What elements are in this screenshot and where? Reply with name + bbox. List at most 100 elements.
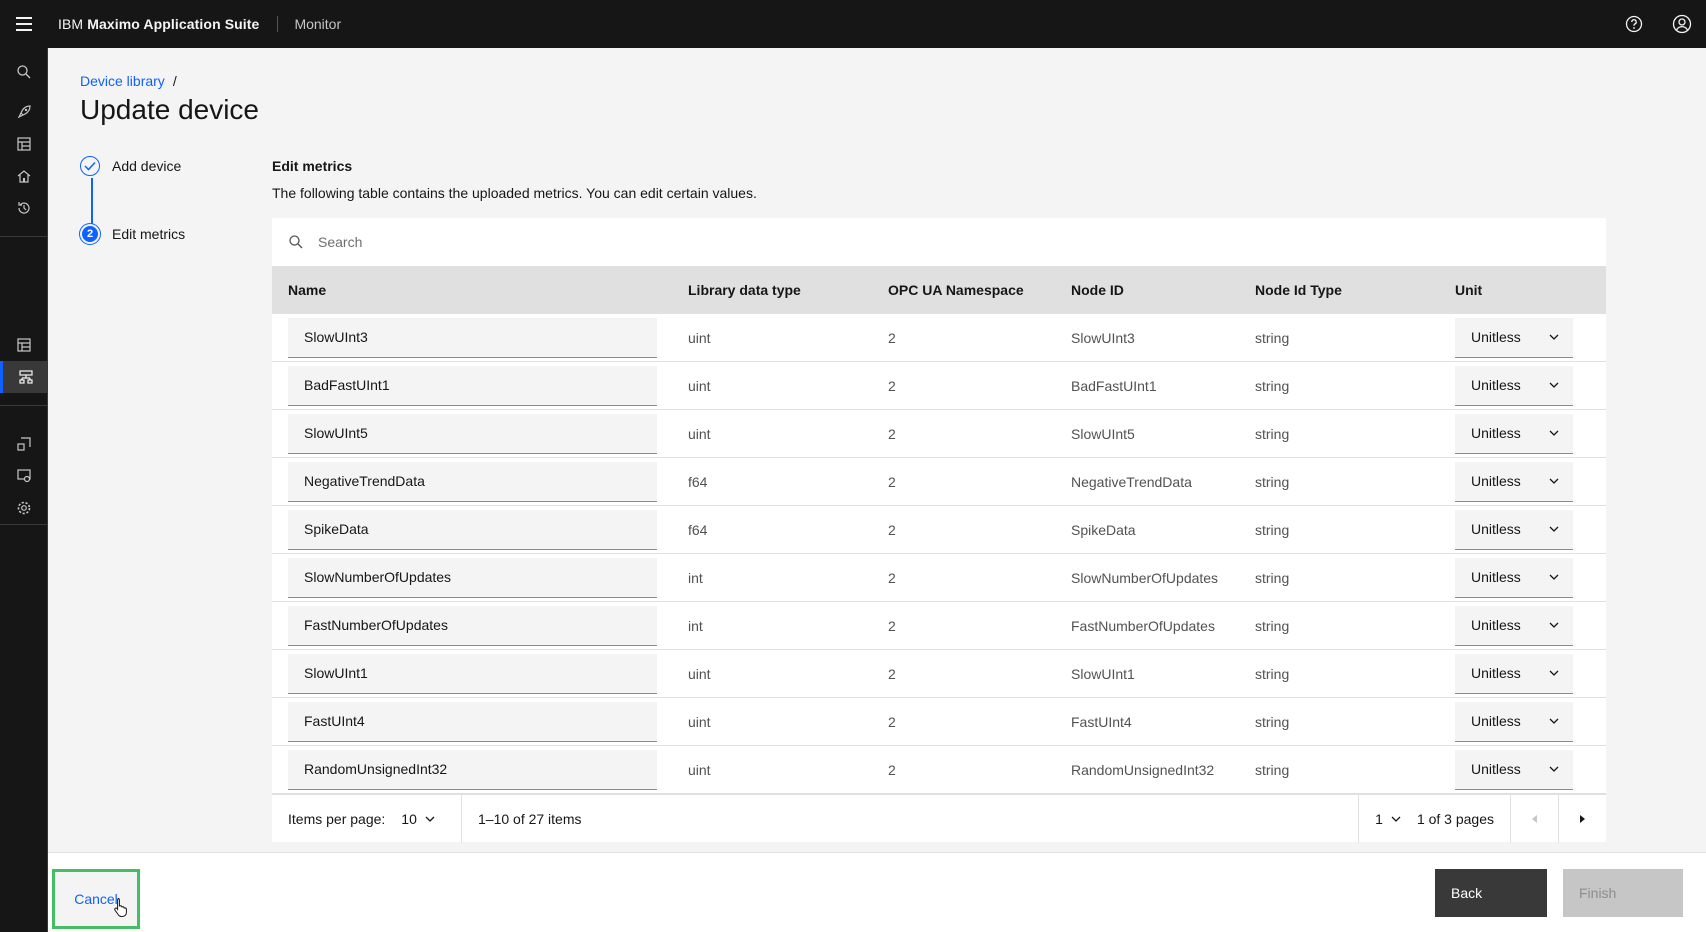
page-count: 1 of 3 pages xyxy=(1416,810,1494,827)
metric-name-input[interactable] xyxy=(288,365,657,406)
unit-select[interactable]: Unitless xyxy=(1455,317,1573,358)
unit-select[interactable]: Unitless xyxy=(1455,509,1573,550)
search-icon[interactable] xyxy=(0,56,48,88)
search-input[interactable] xyxy=(318,234,918,250)
nav-separator xyxy=(0,524,47,525)
nav-separator xyxy=(0,236,47,237)
back-button[interactable]: Back xyxy=(1435,869,1547,917)
dashboard-icon[interactable] xyxy=(0,128,48,160)
help-icon[interactable] xyxy=(1610,0,1658,48)
node-id-cell: NegativeTrendData xyxy=(1071,473,1192,490)
rocket-icon[interactable] xyxy=(0,96,48,128)
unit-select[interactable]: Unitless xyxy=(1455,557,1573,598)
namespace-cell: 2 xyxy=(888,377,896,394)
node-id-type-cell: string xyxy=(1255,425,1290,442)
namespace-cell: 2 xyxy=(888,329,896,346)
step-add-device[interactable]: Add device xyxy=(80,156,181,176)
metric-name-input[interactable] xyxy=(288,605,657,646)
node-id-type-cell: string xyxy=(1255,329,1290,346)
unit-value: Unitless xyxy=(1471,473,1521,489)
data-type-cell: uint xyxy=(688,329,711,346)
node-id-type-cell: string xyxy=(1255,761,1290,778)
node-id-cell: SlowUInt1 xyxy=(1071,665,1135,682)
device-type-icon[interactable] xyxy=(0,428,48,460)
unit-select[interactable]: Unitless xyxy=(1455,461,1573,502)
name-cell xyxy=(272,749,672,790)
unit-select[interactable]: Unitless xyxy=(1455,413,1573,454)
unit-select[interactable]: Unitless xyxy=(1455,749,1573,790)
unit-value: Unitless xyxy=(1471,425,1521,441)
table-row: uint 2 RandomUnsignedInt32 string Unitless xyxy=(272,746,1606,794)
user-avatar-icon[interactable] xyxy=(1658,0,1706,48)
history-icon[interactable] xyxy=(0,192,48,224)
data-type-cell: uint xyxy=(688,425,711,442)
column-header-node-id-type[interactable]: Node Id Type xyxy=(1239,282,1439,298)
nav-separator xyxy=(0,405,47,406)
unit-cell: Unitless xyxy=(1439,365,1606,406)
items-per-page-select[interactable]: 10 xyxy=(401,811,435,827)
metric-name-input[interactable] xyxy=(288,653,657,694)
grid-icon[interactable] xyxy=(0,329,48,361)
items-per-page-value: 10 xyxy=(401,810,417,827)
data-type-cell: uint xyxy=(688,665,711,682)
column-header-name[interactable]: Name xyxy=(272,282,672,298)
table-header-row: Name Library data type OPC UA Namespace … xyxy=(272,266,1606,314)
node-id-type-cell: string xyxy=(1255,569,1290,586)
metric-name-input[interactable] xyxy=(288,749,657,790)
home-icon[interactable] xyxy=(0,160,48,192)
column-header-namespace[interactable]: OPC UA Namespace xyxy=(872,282,1055,298)
metric-name-input[interactable] xyxy=(288,701,657,742)
metric-name-input[interactable] xyxy=(288,557,657,598)
page-select[interactable]: 1 xyxy=(1358,794,1417,843)
table-row: int 2 FastNumberOfUpdates string Unitless xyxy=(272,602,1606,650)
metric-name-input[interactable] xyxy=(288,509,657,550)
unit-select[interactable]: Unitless xyxy=(1455,365,1573,406)
items-range: 1–10 of 27 items xyxy=(478,810,582,827)
table-search xyxy=(272,218,1606,266)
column-header-node-id[interactable]: Node ID xyxy=(1055,282,1239,298)
metric-name-input[interactable] xyxy=(288,461,657,502)
table-body: uint 2 SlowUInt3 string Unitless uint 2 BadFast… xyxy=(272,314,1606,794)
menu-icon[interactable] xyxy=(0,0,48,48)
side-nav xyxy=(0,48,48,932)
page-title: Update device xyxy=(80,94,260,125)
unit-value: Unitless xyxy=(1471,569,1521,585)
table-row: f64 2 NegativeTrendData string Unitless xyxy=(272,458,1606,506)
caret-right-icon xyxy=(1579,814,1585,823)
section-description: The following table contains the uploade… xyxy=(272,185,757,201)
unit-value: Unitless xyxy=(1471,329,1521,345)
column-header-data-type[interactable]: Library data type xyxy=(672,282,872,298)
finish-button[interactable]: Finish xyxy=(1563,869,1683,917)
chevron-down-icon xyxy=(1549,574,1559,580)
table-row: uint 2 SlowUInt5 string Unitless xyxy=(272,410,1606,458)
search-icon xyxy=(289,235,303,249)
unit-select[interactable]: Unitless xyxy=(1455,701,1573,742)
device-library-icon[interactable] xyxy=(0,361,48,393)
data-type-cell: f64 xyxy=(688,521,708,538)
unit-select[interactable]: Unitless xyxy=(1455,653,1573,694)
previous-page-button[interactable] xyxy=(1510,794,1558,843)
unit-cell: Unitless xyxy=(1439,317,1606,358)
column-header-unit[interactable]: Unit xyxy=(1439,282,1606,298)
next-page-button[interactable] xyxy=(1558,794,1606,843)
brand-name[interactable]: IBM Maximo Application Suite xyxy=(48,16,277,32)
unit-value: Unitless xyxy=(1471,617,1521,633)
footer-actions: Cancel Back Finish xyxy=(48,852,1706,932)
device-alert-icon[interactable] xyxy=(0,460,48,492)
metric-name-input[interactable] xyxy=(288,317,657,358)
checkmark-icon xyxy=(80,156,100,176)
chevron-down-icon xyxy=(1549,526,1559,532)
unit-value: Unitless xyxy=(1471,665,1521,681)
step-edit-metrics[interactable]: 2 Edit metrics xyxy=(80,224,185,244)
namespace-cell: 2 xyxy=(888,569,896,586)
settings-icon[interactable] xyxy=(0,492,48,524)
name-cell xyxy=(272,365,672,406)
unit-select[interactable]: Unitless xyxy=(1455,605,1573,646)
name-cell xyxy=(272,701,672,742)
node-id-cell: SlowNumberOfUpdates xyxy=(1071,569,1219,586)
table-row: uint 2 SlowUInt3 string Unitless xyxy=(272,314,1606,362)
node-id-cell: SlowUInt5 xyxy=(1071,425,1135,442)
section-title: Edit metrics xyxy=(272,158,353,174)
breadcrumb-device-library-link[interactable]: Device library xyxy=(80,73,165,89)
metric-name-input[interactable] xyxy=(288,413,657,454)
